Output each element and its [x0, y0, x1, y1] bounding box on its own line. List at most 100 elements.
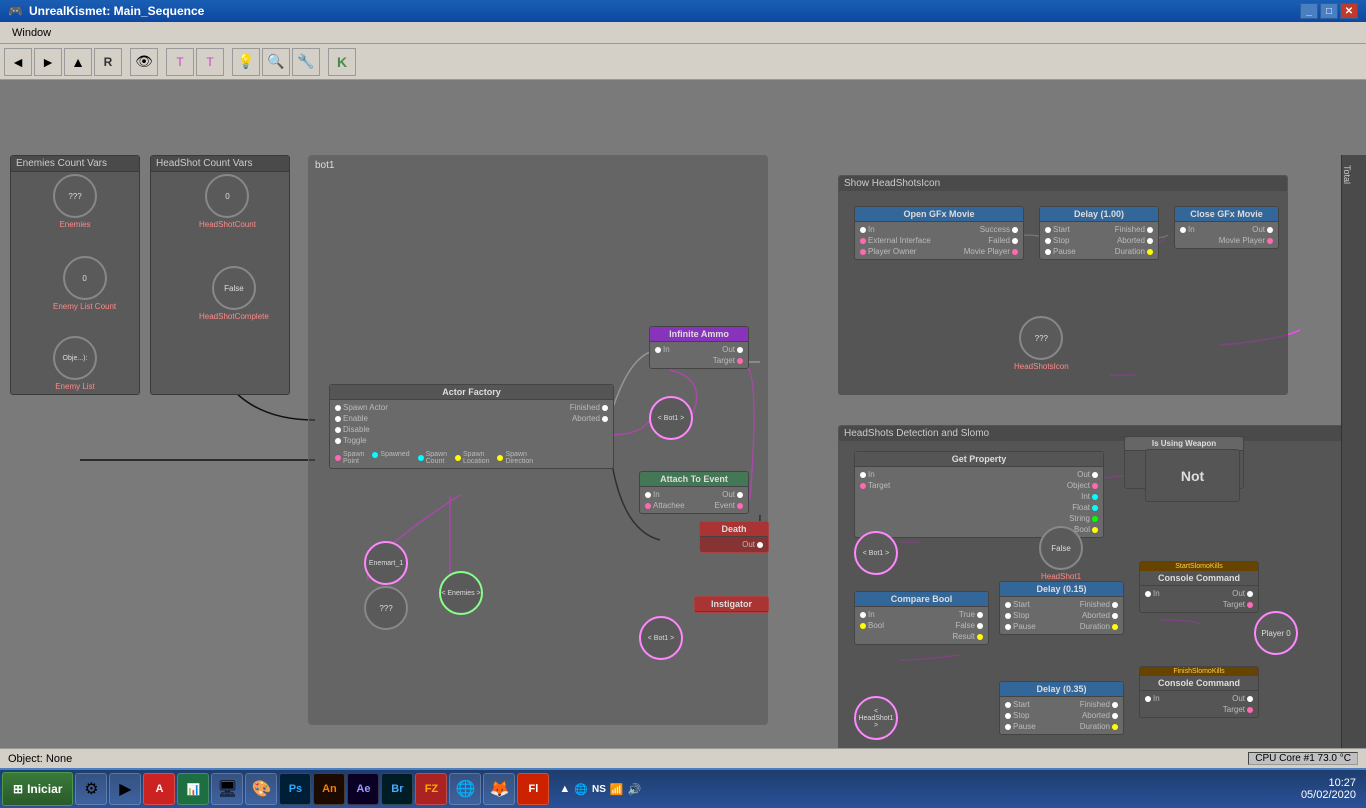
search-button[interactable]: 🔍 [262, 48, 290, 76]
instigator-node[interactable]: Instigator [694, 596, 769, 613]
taskbar-app-paint[interactable]: 🎨 [245, 773, 277, 805]
headshot1-node[interactable]: < HeadShot1 > [854, 696, 898, 740]
headshot1-circle[interactable]: < HeadShot1 > [854, 696, 898, 740]
taskbar-app-acrobat[interactable]: A [143, 773, 175, 805]
up-button[interactable]: ▲ [64, 48, 92, 76]
taskbar-app-br[interactable]: Br [381, 773, 413, 805]
text2-button[interactable]: T [196, 48, 224, 76]
not-node[interactable]: Not [1145, 449, 1240, 502]
taskbar-app-flash[interactable]: Fl [517, 773, 549, 805]
taskbar-app-chrome[interactable]: 🌐 [449, 773, 481, 805]
death-event-node[interactable]: Death Out [699, 521, 769, 553]
infinite-ammo-title: Infinite Ammo [650, 327, 748, 342]
console-start-title: Console Command [1140, 571, 1258, 586]
minimize-button[interactable]: _ [1300, 3, 1318, 19]
title-text: UnrealKismet: Main_Sequence [29, 4, 204, 18]
delay-015-node[interactable]: Delay (0.15) Start Stop Pause Finished A… [999, 581, 1124, 635]
delay-100-node[interactable]: Delay (1.00) Start Stop Pause Finished A… [1039, 206, 1159, 260]
player0-node[interactable]: Player 0 [1254, 611, 1298, 655]
enemy-list-count-node[interactable]: 0 Enemy List Count [53, 256, 116, 311]
taskbar-app-monitor[interactable]: 🖥 [211, 773, 243, 805]
headshot-false-circle[interactable]: False [1039, 526, 1083, 570]
console-finish-left: In [1145, 694, 1160, 714]
headshot-count-panel: HeadShot Count Vars 0 HeadShotCount Fals… [150, 155, 290, 395]
console-start-node[interactable]: StartSlomoKills Console Command In Out T… [1139, 561, 1259, 613]
infinite-ammo-right: Out Target [713, 345, 743, 365]
taskbar-app-animate[interactable]: An [313, 773, 345, 805]
tray-lang: NS [592, 784, 606, 795]
actor-factory-title: Actor Factory [330, 385, 613, 400]
headshot-count-node[interactable]: 0 HeadShotCount [199, 174, 256, 229]
headshot-complete-circle[interactable]: False [212, 266, 256, 310]
enemies-circle[interactable]: ??? [53, 174, 97, 218]
headshots-detection-title: HeadShots Detection and Slomo [839, 426, 1357, 442]
reload-button[interactable]: R [94, 48, 122, 76]
delay-035-right: Finished Aborted Duration [1080, 700, 1118, 731]
attach-event-right: Out Event [715, 490, 743, 510]
delay-035-left: Start Stop Pause [1005, 700, 1036, 731]
taskbar-app-filezilla[interactable]: FZ [415, 773, 447, 805]
enemy-list-count-circle[interactable]: 0 [63, 256, 107, 300]
system-tray: ▲ 🌐 NS 📶 🔊 [551, 783, 649, 796]
maximize-button[interactable]: □ [1320, 3, 1338, 19]
instigator-title: Instigator [695, 597, 768, 612]
start-button[interactable]: ⊞ Iniciar [2, 772, 73, 806]
enemy-list-node[interactable]: Obje...): Enemy List [53, 336, 97, 391]
taskbar-app-excel[interactable]: 📊 [177, 773, 209, 805]
actor-factory-node[interactable]: Actor Factory Spawn Actor Enable Disable… [329, 384, 614, 469]
attach-to-event-node[interactable]: Attach To Event In Attachee Out Event [639, 471, 749, 514]
open-gfx-node[interactable]: Open GFx Movie In External Interface Pla… [854, 206, 1024, 260]
bot1-spawn-circle[interactable]: Enemart_1 [364, 541, 408, 585]
headshot-count-circle[interactable]: 0 [205, 174, 249, 218]
get-property-title: Get Property [855, 452, 1103, 467]
taskbar-app-settings[interactable]: ⚙ [75, 773, 107, 805]
taskbar-app-firefox[interactable]: 🦊 [483, 773, 515, 805]
console-finish-node[interactable]: FinishSlomoKills Console Command In Out … [1139, 666, 1259, 718]
close-button[interactable]: ✕ [1340, 3, 1358, 19]
clock-time: 10:27 [1301, 777, 1356, 789]
settings-button[interactable]: 🔧 [292, 48, 320, 76]
eye-button[interactable]: 👁 [130, 48, 158, 76]
bot1-top-circle[interactable]: < Bot1 > [649, 396, 693, 440]
compare-bool-left: In Bool [860, 610, 884, 641]
bot1-detect-circle[interactable]: < Bot1 > [854, 531, 898, 575]
back-button[interactable]: ◄ [4, 48, 32, 76]
main-canvas[interactable]: Enemies Count Vars ??? Enemies 0 Enemy L… [0, 80, 1366, 748]
taskbar-app-ae[interactable]: Ae [347, 773, 379, 805]
unknown-circle[interactable]: ??? [364, 586, 408, 630]
headshots-icon-circle[interactable]: ??? [1019, 316, 1063, 360]
headshot-false-node[interactable]: False HeadShot1 [1039, 526, 1083, 581]
player0-circle[interactable]: Player 0 [1254, 611, 1298, 655]
text1-button[interactable]: T [166, 48, 194, 76]
forward-button[interactable]: ► [34, 48, 62, 76]
bot1-mid-circle[interactable]: < Bot1 > [639, 616, 683, 660]
delay-035-node[interactable]: Delay (0.35) Start Stop Pause Finished A… [999, 681, 1124, 735]
system-clock: 10:27 05/02/2020 [1301, 777, 1364, 801]
close-gfx-right: Out Movie Player [1219, 225, 1273, 245]
enemies-mid-node[interactable]: < Enemies > [439, 571, 483, 615]
enemies-var-node[interactable]: ??? Enemies [53, 174, 97, 229]
light-button[interactable]: 💡 [232, 48, 260, 76]
taskbar-app-player[interactable]: ▶ [109, 773, 141, 805]
tray-signal: 📶 [610, 783, 624, 796]
infinite-ammo-node[interactable]: Infinite Ammo In Out Target [649, 326, 749, 369]
get-property-node[interactable]: Get Property In Target Out Object Int Fl… [854, 451, 1104, 538]
enemy-list-circle[interactable]: Obje...): [53, 336, 97, 380]
open-gfx-right: Success Failed Movie Player [964, 225, 1018, 256]
enemies-mid-circle[interactable]: < Enemies > [439, 571, 483, 615]
compare-bool-node[interactable]: Compare Bool In Bool True False Result [854, 591, 989, 645]
headshots-icon-node[interactable]: ??? HeadShotsIcon [1014, 316, 1069, 371]
bot1-top-node[interactable]: < Bot1 > [649, 396, 693, 440]
compare-bool-right: True False Result [952, 610, 983, 641]
close-gfx-node[interactable]: Close GFx Movie In Out Movie Player [1174, 206, 1279, 249]
bot1-mid-node[interactable]: < Bot1 > [639, 616, 683, 660]
k-button[interactable]: K [328, 48, 356, 76]
console-start-right: Out Target [1223, 589, 1253, 609]
object-status: Object: None [8, 753, 72, 765]
bot1-detect-node[interactable]: < Bot1 > [854, 531, 898, 575]
menu-window[interactable]: Window [4, 25, 59, 41]
headshot-complete-node[interactable]: False HeadShotComplete [199, 266, 269, 321]
bot1-region: bot1 Actor Factory Spawn Actor Enable Di… [308, 155, 768, 725]
unknown-var-node[interactable]: ??? [364, 586, 408, 630]
taskbar-app-photoshop[interactable]: Ps [279, 773, 311, 805]
